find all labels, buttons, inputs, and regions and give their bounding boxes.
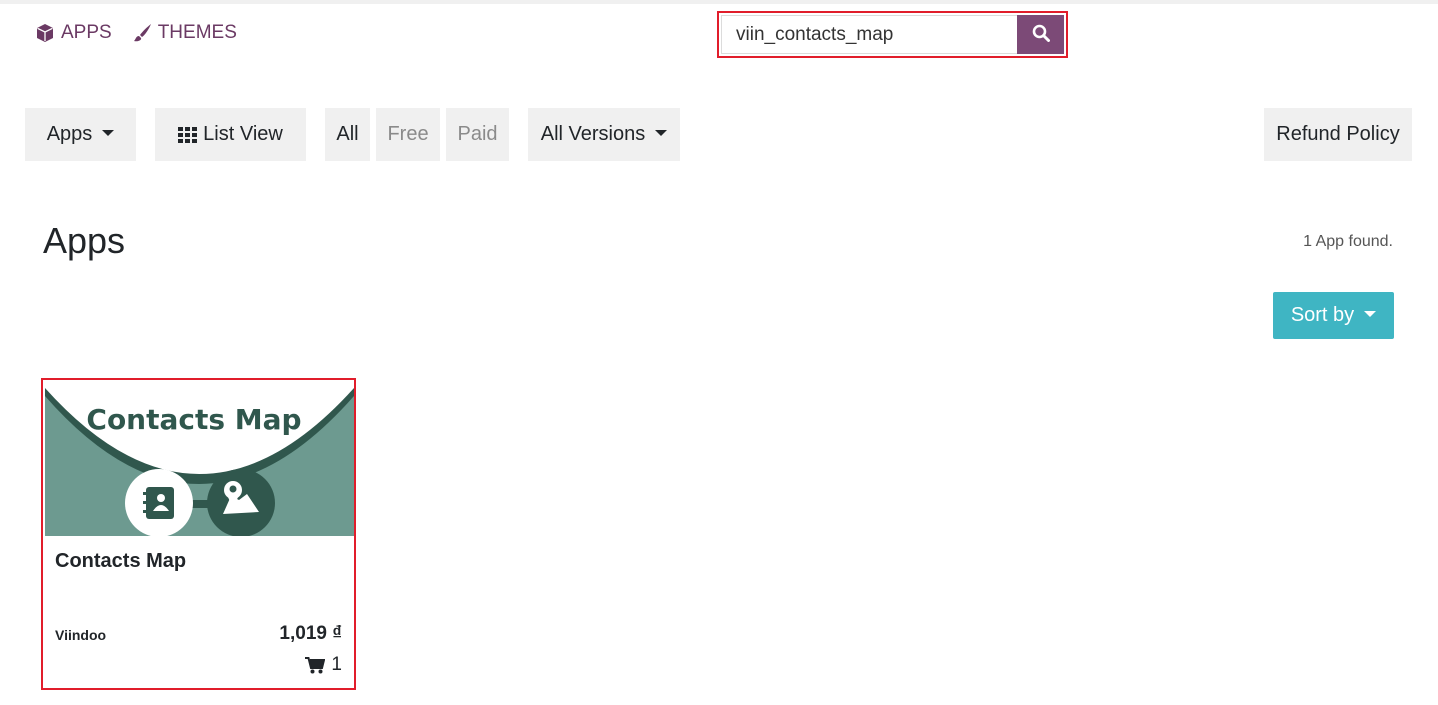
versions-dropdown[interactable]: All Versions: [528, 108, 680, 161]
nav-apps-label: APPS: [61, 22, 112, 43]
grid-icon: [178, 126, 198, 143]
page-title: Apps: [43, 220, 126, 261]
app-title[interactable]: Contacts Map: [55, 550, 186, 573]
refund-policy-button[interactable]: Refund Policy: [1264, 108, 1412, 161]
map-marker-icon: [207, 469, 275, 536]
apps-dropdown-label: Apps: [46, 123, 93, 145]
filter-all-button[interactable]: All: [325, 108, 370, 161]
filter-free-label: Free: [387, 123, 429, 145]
versions-dropdown-label: All Versions: [540, 123, 646, 145]
app-price: 1,019 ₫: [279, 623, 342, 644]
address-book-icon: [125, 469, 193, 536]
nav-themes-link[interactable]: THEMES: [132, 22, 237, 44]
apps-dropdown[interactable]: Apps: [25, 108, 136, 161]
sort-by-button[interactable]: Sort by: [1273, 292, 1394, 339]
filter-paid-label: Paid: [457, 123, 498, 145]
filter-paid-button[interactable]: Paid: [446, 108, 509, 161]
nav-themes-label: THEMES: [157, 22, 237, 43]
search-icon: [1032, 24, 1050, 45]
filter-all-label: All: [336, 123, 359, 145]
banner-title: Contacts Map: [86, 403, 301, 436]
caret-down-icon: [102, 129, 115, 136]
app-card[interactable]: Contacts Map Contacts Map Viindoo 1,019 …: [41, 378, 356, 690]
cart-count-value: 1: [331, 654, 342, 675]
search-box: [717, 11, 1068, 58]
cart-count: 1: [305, 654, 342, 676]
caret-down-icon: [1364, 310, 1377, 317]
list-view-button[interactable]: List View: [155, 108, 306, 161]
refund-policy-label: Refund Policy: [1276, 123, 1400, 145]
list-view-label: List View: [203, 123, 283, 145]
top-border: [0, 0, 1438, 4]
search-input[interactable]: [721, 15, 1017, 54]
results-count: 1 App found.: [1303, 233, 1393, 250]
shopping-cart-icon: [305, 656, 326, 674]
paintbrush-icon: [132, 23, 152, 43]
sort-by-label: Sort by: [1290, 304, 1355, 326]
filter-free-button[interactable]: Free: [376, 108, 440, 161]
top-nav: APPS THEMES: [35, 22, 237, 44]
app-author: Viindoo: [55, 627, 107, 643]
caret-down-icon: [655, 129, 668, 136]
search-button[interactable]: [1017, 15, 1064, 54]
app-banner-image[interactable]: Contacts Map: [45, 382, 354, 536]
nav-apps-link[interactable]: APPS: [35, 22, 112, 44]
cube-icon: [35, 23, 55, 43]
